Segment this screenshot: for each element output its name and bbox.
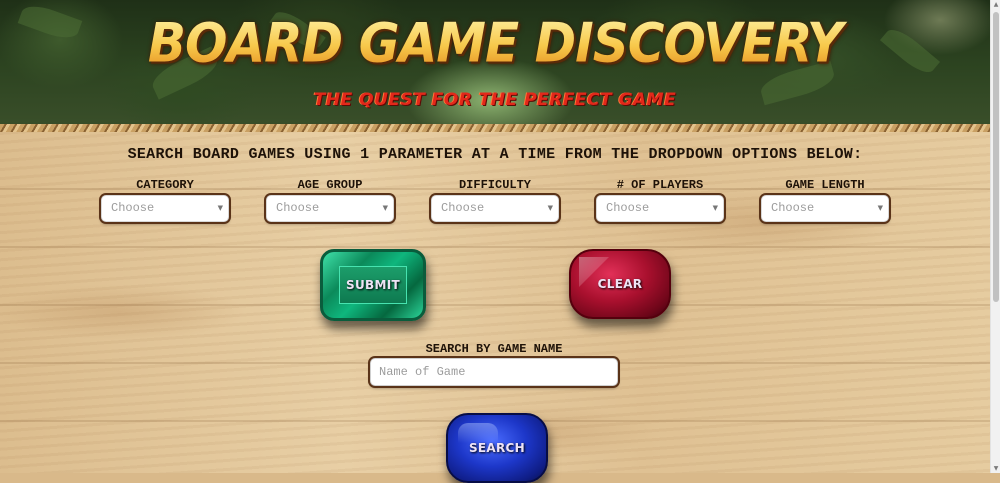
filter-num-players: # OF PLAYERS Choose ▼	[595, 178, 725, 222]
rope-divider	[0, 124, 990, 132]
clear-button[interactable]: CLEAR	[569, 249, 671, 319]
submit-label: SUBMIT	[346, 278, 400, 292]
sapphire-gem-icon	[458, 423, 498, 443]
scroll-thumb[interactable]	[993, 12, 999, 302]
select-value: Choose	[606, 201, 650, 215]
select-value: Choose	[111, 201, 155, 215]
search-instructions: SEARCH BOARD GAMES USING 1 PARAMETER AT …	[127, 146, 863, 163]
select-value: Choose	[441, 201, 485, 215]
page-scrollbar[interactable]: ▲ ▼	[990, 0, 1000, 473]
chevron-down-icon: ▼	[712, 204, 718, 212]
filter-label: CATEGORY	[136, 178, 194, 192]
chevron-down-icon: ▼	[877, 204, 883, 212]
difficulty-select[interactable]: Choose ▼	[431, 195, 559, 222]
filter-age-group: AGE GROUP Choose ▼	[265, 178, 395, 222]
name-search-label: SEARCH BY GAME NAME	[425, 342, 563, 356]
category-select[interactable]: Choose ▼	[101, 195, 229, 222]
filter-label: GAME LENGTH	[785, 178, 865, 192]
chevron-down-icon: ▼	[547, 204, 553, 212]
clear-label: CLEAR	[597, 277, 643, 291]
search-label: SEARCH	[468, 441, 526, 455]
select-value: Choose	[276, 201, 320, 215]
filter-label: AGE GROUP	[297, 178, 363, 192]
game-length-select[interactable]: Choose ▼	[761, 195, 889, 222]
filter-label: # OF PLAYERS	[616, 178, 704, 192]
filter-category: CATEGORY Choose ▼	[100, 178, 230, 222]
filter-label: DIFFICULTY	[458, 178, 531, 192]
scroll-up-icon[interactable]: ▲	[992, 1, 1000, 8]
age-group-select[interactable]: Choose ▼	[266, 195, 394, 222]
header-banner: BOARD GAME DISCOVERY THE QUEST FOR THE P…	[0, 0, 990, 128]
game-name-input[interactable]	[370, 358, 618, 386]
page-subtitle: THE QUEST FOR THE PERFECT GAME	[313, 90, 677, 110]
page-title: BOARD GAME DISCOVERY	[0, 12, 990, 75]
num-players-select[interactable]: Choose ▼	[596, 195, 724, 222]
chevron-down-icon: ▼	[217, 204, 223, 212]
chevron-down-icon: ▼	[382, 204, 388, 212]
filter-difficulty: DIFFICULTY Choose ▼	[430, 178, 560, 222]
select-value: Choose	[771, 201, 815, 215]
filter-game-length: GAME LENGTH Choose ▼	[760, 178, 890, 222]
submit-button[interactable]: SUBMIT	[320, 249, 426, 321]
scroll-down-icon[interactable]: ▼	[992, 465, 1000, 472]
